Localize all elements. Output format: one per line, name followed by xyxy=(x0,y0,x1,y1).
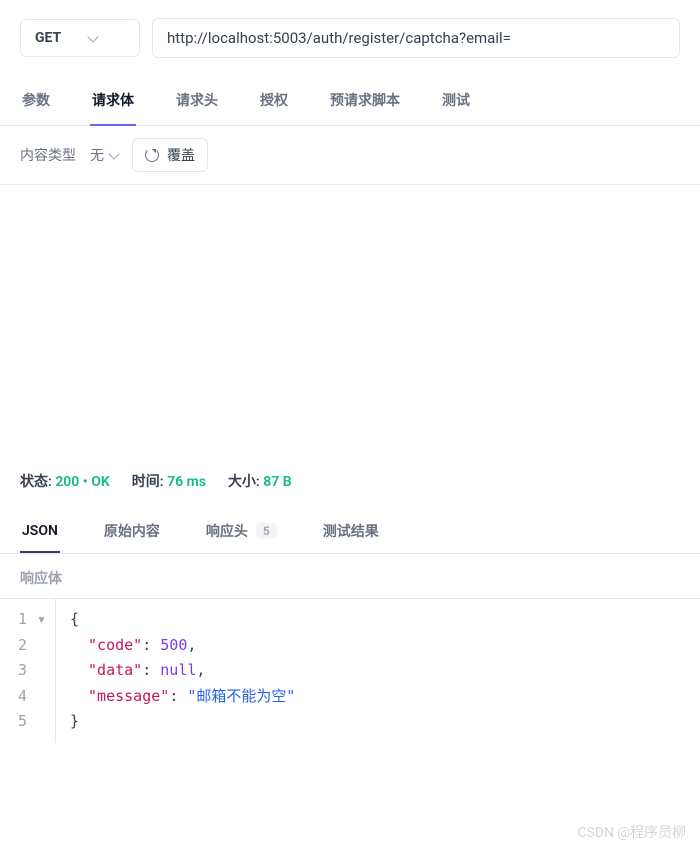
watermark: CSDN @程序员柳 xyxy=(577,822,686,842)
resp-tab-raw[interactable]: 原始内容 xyxy=(102,509,162,553)
size-block: 大小: 87 B xyxy=(228,471,292,491)
chevron-down-icon xyxy=(108,148,119,159)
status-code: 200 xyxy=(55,474,79,490)
code-content[interactable]: { "code": 500, "data": null, "message": … xyxy=(56,599,309,743)
tab-tests[interactable]: 测试 xyxy=(440,76,472,125)
line-number: 2 xyxy=(18,633,27,659)
time-block: 时间: 76 ms xyxy=(132,471,206,491)
response-body-label: 响应体 xyxy=(0,554,700,598)
code-token: { xyxy=(70,610,79,628)
tab-prescript[interactable]: 预请求脚本 xyxy=(328,76,402,125)
status-text: OK xyxy=(91,474,110,490)
resp-tab-tests[interactable]: 测试结果 xyxy=(321,509,381,553)
line-number: 5 xyxy=(18,709,27,735)
chevron-down-icon xyxy=(88,31,99,42)
override-label: 覆盖 xyxy=(167,145,195,165)
http-method-select[interactable]: GET xyxy=(20,19,140,57)
code-token: "data" xyxy=(88,661,142,679)
tab-headers[interactable]: 请求头 xyxy=(174,76,220,125)
time-value: 76 ms xyxy=(167,474,206,490)
status-label: 状态: xyxy=(20,474,52,490)
status-block: 状态: 200 • OK xyxy=(20,471,110,491)
response-tabs: JSON 原始内容 响应头 5 测试结果 xyxy=(0,509,700,554)
tab-params[interactable]: 参数 xyxy=(20,76,52,125)
resp-tab-headers-label: 响应头 xyxy=(206,521,248,541)
content-type-label: 内容类型 xyxy=(20,145,76,165)
code-token: 500 xyxy=(160,636,187,654)
code-token: "code" xyxy=(88,636,142,654)
line-number: 3 xyxy=(18,658,27,684)
refresh-icon xyxy=(145,148,159,162)
tab-body[interactable]: 请求体 xyxy=(90,76,136,126)
content-type-select[interactable]: 无 xyxy=(90,145,118,165)
code-token: null xyxy=(160,661,196,679)
request-tabs: 参数 请求体 请求头 授权 预请求脚本 测试 xyxy=(0,76,700,126)
resp-tab-json[interactable]: JSON xyxy=(20,511,60,553)
tab-auth[interactable]: 授权 xyxy=(258,76,290,125)
headers-count-badge: 5 xyxy=(256,523,277,539)
status-dot: • xyxy=(83,474,91,490)
url-input[interactable] xyxy=(152,18,680,58)
http-method-value: GET xyxy=(35,30,61,46)
response-status-row: 状态: 200 • OK 时间: 76 ms 大小: 87 B xyxy=(0,455,700,509)
time-label: 时间: xyxy=(132,474,164,490)
content-type-value: 无 xyxy=(90,145,104,165)
body-toolbar: 内容类型 无 覆盖 xyxy=(0,126,700,185)
code-token: "message" xyxy=(88,687,169,705)
request-row: GET xyxy=(0,0,700,76)
code-token: } xyxy=(70,712,79,730)
request-body-empty xyxy=(0,185,700,455)
response-code-area: 1 ▾ 2 3 4 5 { "code": 500, "data": null, … xyxy=(0,598,700,743)
override-button[interactable]: 覆盖 xyxy=(132,138,208,172)
fold-icon[interactable]: ▾ xyxy=(37,607,45,633)
size-value: 87 B xyxy=(263,474,291,490)
line-number: 1 xyxy=(18,607,27,633)
line-number: 4 xyxy=(18,684,27,710)
line-gutter: 1 ▾ 2 3 4 5 xyxy=(0,599,56,743)
size-label: 大小: xyxy=(228,474,260,490)
resp-tab-headers[interactable]: 响应头 5 xyxy=(204,509,279,553)
code-token: "邮箱不能为空" xyxy=(187,687,295,705)
